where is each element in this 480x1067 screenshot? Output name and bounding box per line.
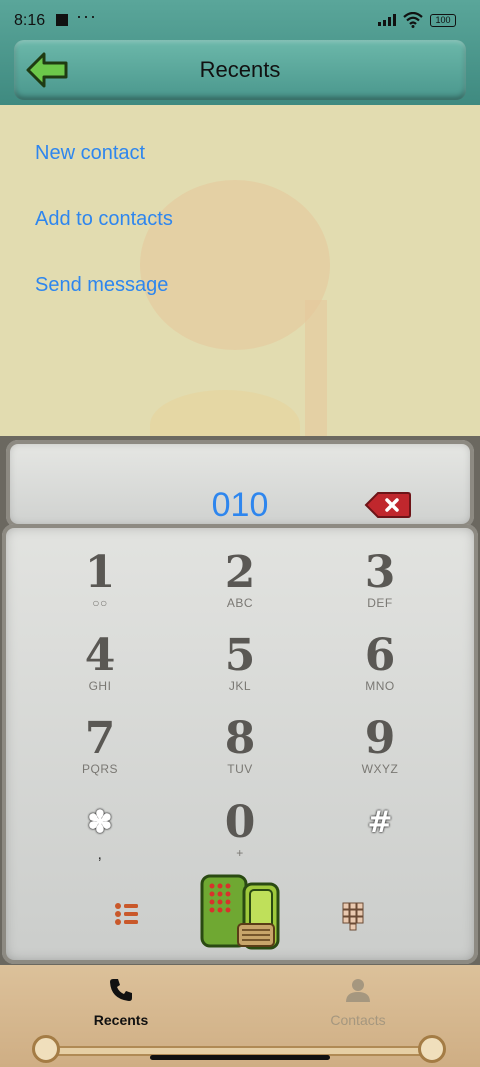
key-star[interactable]: ✽, <box>40 800 160 870</box>
key-7[interactable]: 7 PQRS <box>40 716 160 786</box>
more-notifications-icon: ··· <box>76 6 97 26</box>
sign-pole-illustration <box>305 300 327 450</box>
battery-icon: 100 <box>430 14 456 27</box>
page-title: Recents <box>199 57 281 82</box>
backspace-icon[interactable] <box>364 491 412 519</box>
key-hash[interactable]: # <box>320 800 440 870</box>
call-log-list-icon[interactable] <box>114 902 140 926</box>
send-message-link[interactable]: Send message <box>35 274 168 297</box>
key-digit: 9 <box>364 713 396 764</box>
call-button[interactable] <box>198 872 282 952</box>
status-bar: 8:16 ··· 100 <box>0 0 480 42</box>
key-digit: 1 <box>84 547 116 598</box>
decorative-knob-left <box>32 1035 60 1063</box>
tab-recents[interactable]: Recents <box>61 977 181 1028</box>
key-1[interactable]: 1 ○○ <box>40 550 160 620</box>
tab-contacts[interactable]: Contacts <box>298 977 418 1028</box>
dialpad-toggle-icon[interactable] <box>342 902 366 932</box>
notification-icon <box>56 14 68 26</box>
last-stop-sign-illustration <box>140 180 330 350</box>
key-0[interactable]: 0 + <box>180 800 300 870</box>
key-digit: ✽ <box>87 805 113 840</box>
new-contact-link[interactable]: New contact <box>35 142 145 165</box>
wifi-icon <box>403 12 423 28</box>
key-digit: 3 <box>364 547 396 598</box>
key-letters: ABC <box>226 596 254 610</box>
voicemail-icon: ○○ <box>92 596 108 610</box>
key-digit: 8 <box>224 713 256 764</box>
key-2[interactable]: 2 ABC <box>180 550 300 620</box>
key-digit: 0 <box>224 797 256 848</box>
tab-contacts-label: Contacts <box>330 1012 386 1028</box>
status-time: 8:16 <box>14 12 46 29</box>
key-digit: 5 <box>224 630 256 681</box>
key-letters: WXYZ <box>361 762 399 776</box>
signal-icon <box>378 14 396 26</box>
tab-recents-label: Recents <box>93 1012 149 1028</box>
key-3[interactable]: 3 DEF <box>320 550 440 620</box>
app-header: Recents <box>14 40 466 100</box>
key-digit: # <box>367 805 393 840</box>
key-digit: 6 <box>364 630 396 681</box>
key-letters: JKL <box>228 679 252 693</box>
home-indicator[interactable] <box>150 1055 330 1060</box>
person-icon <box>346 979 370 1002</box>
key-8[interactable]: 8 TUV <box>180 716 300 786</box>
key-digit: 2 <box>224 547 256 598</box>
key-digit: 4 <box>84 630 116 681</box>
key-letters: PQRS <box>81 762 118 776</box>
key-letters: GHI <box>88 679 112 693</box>
key-letters: TUV <box>227 762 253 776</box>
key-6[interactable]: 6 MNO <box>320 633 440 703</box>
key-letters: + <box>236 846 244 860</box>
key-5[interactable]: 5 JKL <box>180 633 300 703</box>
key-9[interactable]: 9 WXYZ <box>320 716 440 786</box>
key-digit: 7 <box>84 713 116 764</box>
key-4[interactable]: 4 GHI <box>40 633 160 703</box>
key-letters: , <box>97 846 103 863</box>
add-to-contacts-link[interactable]: Add to contacts <box>35 208 173 231</box>
key-letters: MNO <box>365 679 395 693</box>
key-letters: DEF <box>367 596 393 610</box>
decorative-knob-right <box>418 1035 446 1063</box>
phone-icon <box>110 979 132 1001</box>
